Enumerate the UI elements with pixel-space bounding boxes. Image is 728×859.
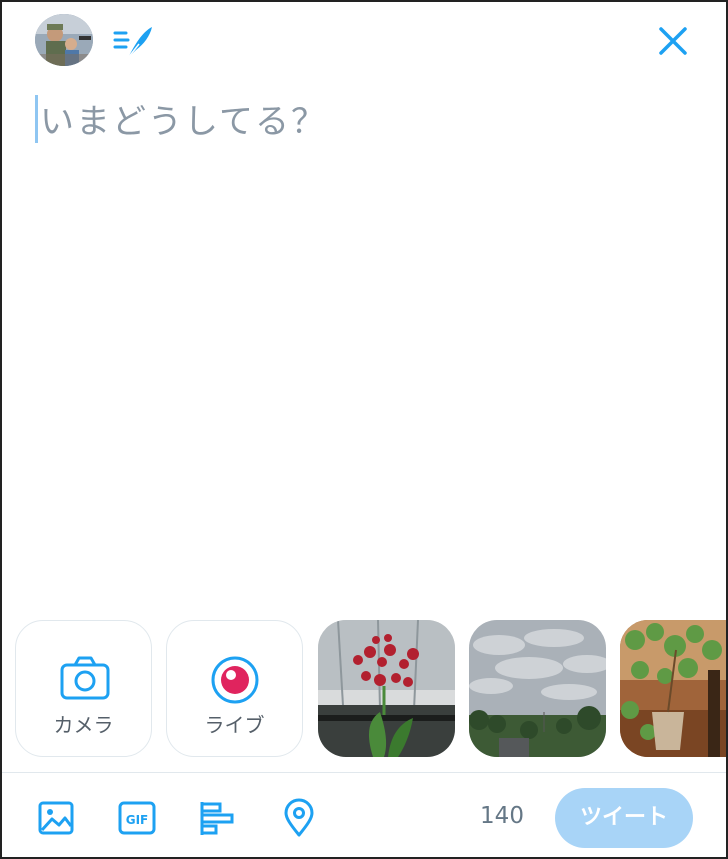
camera-label: カメラ [53,713,114,737]
location-icon[interactable] [280,798,320,838]
photo-thumbnail-sky[interactable] [469,620,606,757]
text-cursor [35,95,38,143]
compose-input[interactable]: いまどうしてる？ [40,94,327,143]
gif-icon[interactable]: GIF [118,798,158,838]
character-count: 140 [480,803,524,829]
close-icon[interactable] [656,24,690,58]
live-label: ライブ [204,713,265,737]
camera-button[interactable]: カメラ [15,620,152,757]
camera-icon [60,655,110,705]
live-icon [210,655,260,709]
compose-screen: いまどうしてる？ カメラ ライブ GIF 140 ツイート [0,0,728,859]
toolbar-divider [2,772,726,773]
avatar[interactable] [35,14,93,66]
feather-icon[interactable] [112,22,156,62]
live-button[interactable]: ライブ [166,620,303,757]
svg-text:GIF: GIF [126,813,149,827]
photo-thumbnail-flower[interactable] [318,620,455,757]
image-icon[interactable] [37,798,77,838]
photo-thumbnail-plants[interactable] [620,620,726,757]
tweet-button[interactable]: ツイート [555,788,693,848]
poll-icon[interactable] [198,798,238,838]
